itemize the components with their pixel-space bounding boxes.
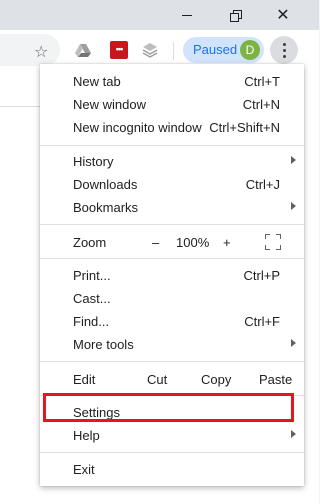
kebab-dot-icon bbox=[282, 48, 286, 52]
menu-divider bbox=[40, 452, 304, 453]
submenu-arrow-icon bbox=[291, 430, 296, 438]
bookmark-star-icon[interactable]: ☆ bbox=[34, 42, 48, 61]
drive-icon[interactable] bbox=[75, 42, 91, 58]
avatar: D bbox=[240, 40, 260, 60]
submenu-arrow-icon bbox=[291, 156, 296, 164]
address-bar[interactable]: ☆ bbox=[0, 34, 60, 66]
toolbar-separator bbox=[173, 42, 174, 60]
menu-item-shortcut: Ctrl+Shift+N bbox=[209, 120, 280, 135]
profile-button[interactable]: Paused D bbox=[183, 37, 264, 63]
menu-item-label: More tools bbox=[73, 337, 134, 352]
maximize-button[interactable] bbox=[212, 0, 258, 30]
menu-item-label: Edit bbox=[73, 372, 96, 387]
menu-item-cast[interactable]: Cast... bbox=[40, 287, 304, 310]
menu-item-label: Cast... bbox=[73, 291, 111, 306]
close-button[interactable]: ✕ bbox=[260, 0, 306, 30]
menu-item-label: New incognito window bbox=[73, 120, 202, 135]
menu-item-edit: Edit Cut Copy Paste bbox=[40, 368, 304, 391]
menu-item-shortcut: Ctrl+F bbox=[244, 314, 280, 329]
paste-button[interactable]: Paste bbox=[259, 372, 292, 387]
menu-item-shortcut: Ctrl+N bbox=[242, 97, 280, 112]
menu-item-history[interactable]: History bbox=[40, 150, 304, 173]
menu-item-zoom: Zoom – 100% + bbox=[40, 231, 304, 254]
menu-item-new-tab[interactable]: New tab Ctrl+T bbox=[40, 70, 304, 93]
menu-item-label: New tab bbox=[73, 74, 121, 89]
menu-item-exit[interactable]: Exit bbox=[40, 458, 304, 481]
minimize-icon bbox=[182, 14, 192, 16]
menu-item-new-window[interactable]: New window Ctrl+N bbox=[40, 93, 304, 116]
menu-divider bbox=[40, 258, 304, 259]
fullscreen-icon[interactable] bbox=[265, 234, 281, 250]
menu-item-more-tools[interactable]: More tools bbox=[40, 333, 304, 356]
zoom-level: 100% bbox=[176, 235, 210, 250]
title-bar: ✕ bbox=[0, 0, 319, 30]
menu-item-downloads[interactable]: Downloads Ctrl+J bbox=[40, 173, 304, 196]
zoom-in-button[interactable]: + bbox=[223, 235, 231, 250]
menu-button[interactable] bbox=[270, 36, 298, 64]
kebab-dot-icon bbox=[282, 42, 286, 46]
menu-divider bbox=[40, 145, 304, 146]
restore-icon bbox=[229, 9, 242, 22]
menu-item-shortcut: Ctrl+P bbox=[243, 268, 280, 283]
menu-item-shortcut: Ctrl+J bbox=[245, 177, 280, 192]
menu-item-help[interactable]: Help bbox=[40, 424, 304, 447]
close-icon: ✕ bbox=[276, 5, 290, 24]
submenu-arrow-icon bbox=[291, 339, 296, 347]
menu-item-shortcut: Ctrl+T bbox=[244, 74, 280, 89]
menu-item-label: History bbox=[73, 154, 114, 169]
menu-item-label: Help bbox=[73, 428, 100, 443]
menu-item-label: Downloads bbox=[73, 177, 138, 192]
menu-item-label: Exit bbox=[73, 462, 95, 477]
menu-item-label: Bookmarks bbox=[73, 200, 139, 215]
menu-divider bbox=[40, 361, 304, 362]
menu-item-bookmarks[interactable]: Bookmarks bbox=[40, 196, 304, 219]
menu-item-label: New window bbox=[73, 97, 146, 112]
copy-button[interactable]: Copy bbox=[201, 372, 231, 387]
lastpass-icon[interactable]: ••• bbox=[110, 41, 128, 59]
kebab-dot-icon bbox=[282, 54, 286, 58]
chrome-menu: New tab Ctrl+T New window Ctrl+N New inc… bbox=[40, 64, 304, 486]
menu-item-label: Print... bbox=[73, 268, 111, 283]
menu-item-label: Find... bbox=[73, 314, 110, 329]
menu-item-label: Zoom bbox=[73, 235, 107, 250]
minimize-button[interactable] bbox=[164, 0, 210, 30]
menu-item-new-incognito-window[interactable]: New incognito window Ctrl+Shift+N bbox=[40, 116, 304, 139]
zoom-out-button[interactable]: – bbox=[152, 235, 159, 250]
menu-item-print[interactable]: Print... Ctrl+P bbox=[40, 264, 304, 287]
menu-divider bbox=[40, 224, 304, 225]
cut-button[interactable]: Cut bbox=[147, 372, 167, 387]
menu-item-find[interactable]: Find... Ctrl+F bbox=[40, 310, 304, 333]
settings-highlight-box bbox=[43, 393, 294, 422]
submenu-arrow-icon bbox=[291, 202, 296, 210]
profile-status-label: Paused bbox=[193, 42, 238, 57]
layers-icon[interactable] bbox=[142, 42, 158, 58]
